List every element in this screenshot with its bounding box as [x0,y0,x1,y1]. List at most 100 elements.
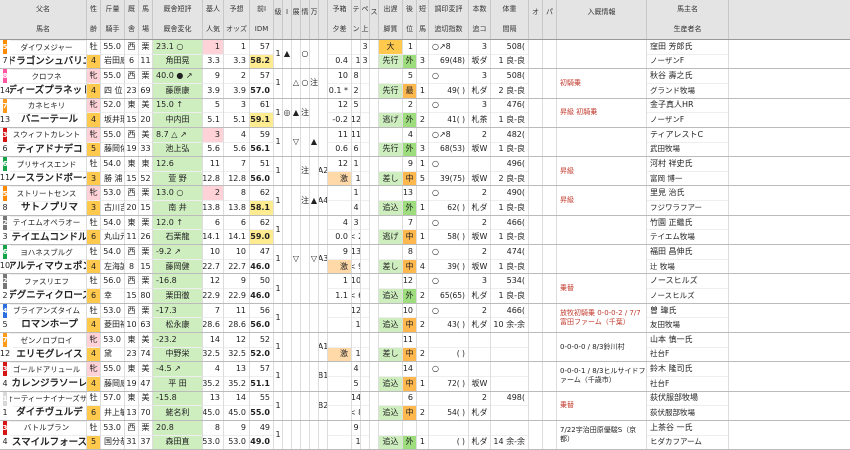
mark-ex: A2 [319,157,327,185]
class: 1 [275,283,281,293]
popularity: 32.5 [203,346,223,362]
gap [328,434,351,450]
owner: 竹園 正繼氏 [650,217,693,227]
header-col-12[interactable]: 情 [301,0,310,39]
pace [361,274,369,288]
header-col-1[interactable]: 性齢 [87,0,101,39]
idm-top: 57 [259,364,270,374]
breeder: ノースヒルズ [647,288,728,303]
pace [361,157,369,171]
idm: 56.1 [250,141,273,157]
horse-name[interactable]: テイエムコンドル [10,229,86,244]
header-col-8[interactable]: 前I IDM [250,0,274,39]
horse-row[interactable]: 7 12 ゼンノロブロイ エリモグレイス牝 4 53.0 黛東 23 美 74 -23.2 中野栄 14… [0,332,850,363]
header-col-25[interactable]: オ [529,0,543,39]
header-col-19[interactable]: 出遅 脚質 [379,0,403,39]
header-col-24[interactable]: 体重 間隔 [491,0,529,39]
header-col-20[interactable]: 後位 [403,0,417,39]
horse: 5 [417,170,428,186]
waku-badge: 2 [2,274,8,289]
header-col-26[interactable]: パ [543,0,557,39]
ten2: 2 [352,82,360,98]
horse-row[interactable]: 34バトルプランスマイルフォース牡553.0国分恭西31栗3720.8森田直85… [0,420,850,450]
header-col-6[interactable]: 基人 人気 [203,0,224,39]
work-course: 札ダ [469,200,490,215]
header-col-22[interactable]: 調印変評 追切指数 [429,0,469,39]
horse-row[interactable]: 34ゴールドアリュールカレンジラソーレ牝455.0藤岡康東19美47-4.5 ↗… [0,362,850,392]
work-course: 坂W [469,141,490,157]
jockey: 古川吉 [101,200,124,215]
horse-row[interactable]: 610ヨハネスブルグアルティマウェポン牡454.0左海誠西8栗15-9.2 ↗藤… [0,245,850,275]
header-col-10[interactable]: I [283,0,292,39]
header-text: 馬名 [36,24,50,33]
header-col-3[interactable]: 厩舎 [125,0,139,39]
header-col-16[interactable]: テン [352,0,361,39]
work-course: 坂W [469,375,490,391]
pace-s [370,304,378,332]
horse-row[interactable]: 713カネヒキリバニーテール牝452.0坂井瑠東15美2015.0 ↑中内田55… [0,98,850,128]
header-col-18[interactable]: ス [370,0,379,39]
rear: 11 [403,334,413,344]
sire-name: ゴールドアリュール [12,364,81,374]
pace [361,362,369,376]
trainer: 蛯名利 [153,405,202,420]
short [417,333,428,347]
header-col-21[interactable]: 短馬 [417,0,429,39]
style: 先行 [379,141,402,157]
header-col-7[interactable]: 予想 オッズ [224,0,250,39]
header-text: オ [532,7,539,16]
horse-number: 11 [0,173,10,183]
header-col-27[interactable]: 入厩情報 [557,0,647,39]
late-start [379,128,402,142]
horse-row[interactable]: 11フォーティーナイナーズサンダイチヴュルデ牡657.0井上敏東13美70-15… [0,391,850,421]
header-col-5[interactable]: 厩舎短評 厩舎変化 [153,0,203,39]
horse-name[interactable]: サトノプリマ [17,200,78,215]
header-col-13[interactable]: 万 [310,0,319,39]
header-col-14[interactable] [319,0,328,39]
class: 1 [275,400,281,410]
horse-row[interactable]: 57ダイワメジャードラゴンシュバリエ牡455.0岩田康西6栗1123.1 ○角田… [0,40,850,70]
horse-name[interactable]: ロマンホープ [18,317,78,332]
horse-row[interactable]: 611プリサイスエンドノースランドボーイ牡354.0勝 浦東15東5212.6萱… [0,157,850,187]
horse-name[interactable]: エリモグレイス [13,347,83,361]
p-col [543,186,556,214]
mark-ex [319,69,327,97]
body-weight [491,362,528,376]
ten: 12 [352,304,360,318]
header-col-4[interactable]: 馬場 [139,0,153,39]
header-col-11[interactable]: 展 [292,0,301,39]
header-col-2[interactable]: 斤量 騎手 [101,0,125,39]
horse-row[interactable]: 23テイエムオペラオーテイエムコンドル牡654.0丸山元東11栗2612.0 ↑… [0,215,850,246]
mark-jo: 注 [301,107,309,117]
horse-name[interactable]: アルティマウェポン [10,259,86,273]
ten2: < 8 [352,405,360,420]
header-col-0[interactable]: 父名 馬名 [0,0,87,39]
pace [361,99,369,113]
horse-name[interactable]: ティアドナデコ [13,142,83,156]
class: 1 [275,166,281,176]
horse-name[interactable]: ディーズプラネット [10,83,86,97]
forecast: 10 [337,71,348,81]
horse-name[interactable]: スマイルフォース [10,435,86,449]
work-count: 2 [481,217,487,227]
breeder: 社台F [647,346,728,362]
horse-row[interactable]: 8 14 クロフネ ディーズプラネット牝 4 55.0 四 位西 23 栗 69 40.0 ● ↗ 藤… [0,69,850,99]
header-col-23[interactable]: 本数 追コ [469,0,491,39]
horse-row[interactable]: 36スウィフトカレントティアドナデコ牝555.0藤岡佑西19美338.7 △ ↗… [0,127,850,158]
horse-row[interactable]: 58ストリートセンスサトノプリマ牝353.0古川吉西20栗1513.0 ○南 井… [0,186,850,216]
horse-name[interactable]: ダイチヴュルデ [13,405,83,420]
header-col-17[interactable]: ペ上 [361,0,370,39]
horse-name[interactable]: バニーテール [17,112,78,127]
header-col-28[interactable]: 馬主名 生産者名 [647,0,729,39]
header-col-15[interactable]: 予箱 夕差 [328,0,352,39]
forecast: 9 [342,246,348,256]
mark-ex: A4 [319,186,327,214]
horse-row[interactable]: 22ファスリエフデグニティクローズ牡656.0幸西15栗80-16.8栗田徹12… [0,274,850,304]
header-col-9[interactable]: 級 [274,0,283,39]
horse-name[interactable]: ノースランドボーイ [10,171,86,185]
horse-row[interactable]: 45ブライアンズタイムロマンホープ牡453.0菱田裕西10栗63-17.3松永康… [0,303,850,333]
horse-name[interactable]: カレンジラソーレ [10,376,86,390]
horse-name[interactable]: ドラゴンシュバリエ [10,54,86,68]
horse-name[interactable]: デグニティクローズ [10,288,86,303]
p-col [543,157,556,185]
